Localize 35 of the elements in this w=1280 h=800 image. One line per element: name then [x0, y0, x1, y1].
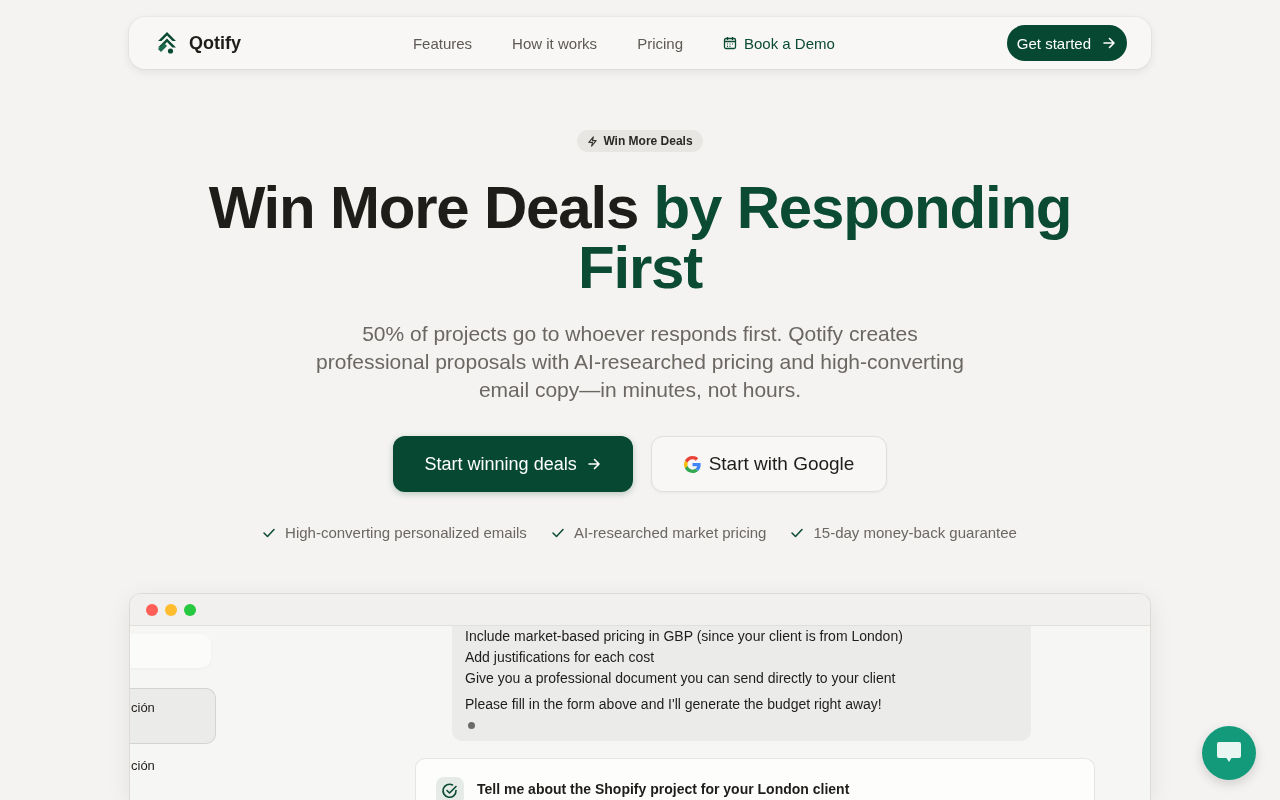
calendar-icon — [723, 36, 737, 50]
message-text: Give you a professional document you can send directly to your client — [465, 669, 896, 688]
sidebar-item[interactable]: ción — [130, 746, 216, 775]
window-control-icon — [146, 603, 158, 616]
check-icon — [263, 528, 276, 538]
chat-button[interactable] — [1202, 726, 1256, 780]
google-icon — [683, 455, 701, 473]
arrow-right-icon — [586, 457, 601, 471]
nav-link[interactable]: Features — [412, 34, 473, 52]
check-icon — [791, 528, 804, 538]
benefit-text: AI-researched market pricing — [573, 523, 767, 543]
nav-link[interactable]: How it works — [512, 34, 598, 52]
start-button[interactable]: Start winning deals — [392, 436, 633, 492]
subtitle: 50% of projects go to whoever responds first. Qotify creates professional proposals with AI-researched pricing and high-converting email copy—in minutes, not hours. — [315, 321, 965, 403]
typing-dot-icon — [468, 722, 475, 729]
check-icon — [551, 528, 564, 538]
lightning-icon — [587, 135, 599, 147]
window-control-icon — [184, 603, 196, 616]
benefit-text: 15-day money-back guarantee — [813, 523, 1017, 543]
logo-icon — [155, 31, 179, 55]
benefit-text: High-converting personalized emails — [285, 523, 527, 543]
get-started-button[interactable]: Get started — [1006, 25, 1127, 61]
message-text: Please fill in the form above and I'll generate the budget right away! — [465, 695, 882, 714]
sidebar-item[interactable]: ción — [130, 688, 216, 744]
window-control-icon — [165, 603, 177, 616]
headline: Win More Deals by Responding First — [207, 178, 1073, 298]
nav-link[interactable]: Book a Demo — [723, 34, 835, 52]
badge: Win More Deals — [577, 130, 703, 152]
message-text: Include market-based pricing in GBP (since your client is from London) — [465, 627, 903, 646]
arrow-right-icon — [1102, 36, 1116, 50]
nav-link[interactable]: Pricing — [637, 34, 683, 52]
task-title: Tell me about the Shopify project for your London client — [477, 780, 850, 799]
brand-name: Qotify — [189, 32, 241, 54]
message-text: Add justifications for each cost — [465, 648, 655, 667]
google-signup-button[interactable]: Start with Google — [650, 436, 888, 492]
